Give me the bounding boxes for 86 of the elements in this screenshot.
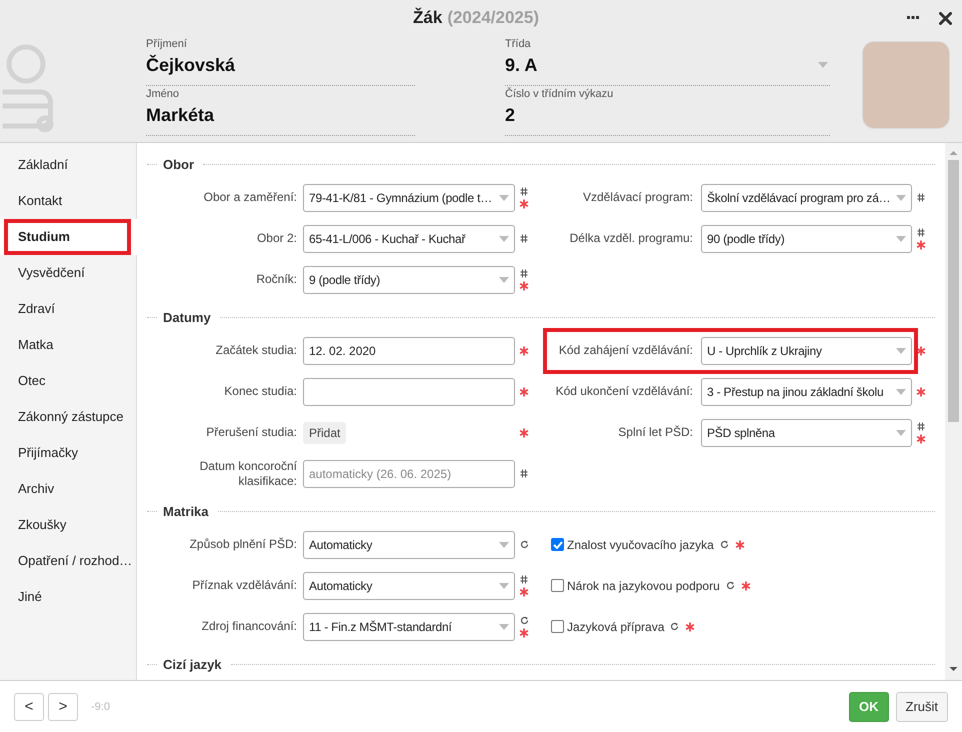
nav-button[interactable]: <	[14, 692, 44, 720]
text-field[interactable]: automaticky (26. 06. 2025)	[303, 460, 515, 488]
field-value: 9. A	[505, 54, 538, 77]
select-field[interactable]: Automaticky	[303, 572, 515, 600]
field-label: Jméno	[146, 88, 180, 102]
checkbox-label[interactable]: Nárok na jazykovou podporu	[567, 578, 720, 592]
dropdown-caret-icon	[499, 276, 509, 282]
select-field[interactable]: U - Uprchlík z Ukrajiny	[701, 336, 912, 364]
field-label: Obor 2:	[256, 231, 298, 246]
select-field[interactable]: 11 - Fin.z MŠMT-standardní	[303, 612, 515, 640]
field-value: Markéta	[146, 104, 214, 127]
select-field[interactable]: Školní vzdělávací program pro zá…	[701, 184, 912, 212]
refresh-icon[interactable]	[520, 616, 528, 624]
field-label: Příjmení	[146, 38, 188, 52]
sidebar-item[interactable]: Zákonný zástupce	[0, 399, 136, 435]
sidebar-item[interactable]: Otec	[0, 363, 136, 399]
close-icon[interactable]	[939, 12, 952, 24]
sidebar-item[interactable]: Základní	[0, 147, 136, 183]
refresh-icon[interactable]	[726, 581, 735, 590]
checkbox-label[interactable]: Jazyková příprava	[567, 620, 664, 634]
dropdown-caret-icon	[499, 194, 509, 200]
sidebar-item[interactable]: Zdraví	[0, 291, 136, 327]
dropdown-caret-icon	[896, 348, 906, 354]
field-label: Datum koncoroční klasifikace:	[198, 458, 298, 488]
select-field[interactable]: PŠD splněna	[701, 418, 912, 446]
select-field[interactable]: 9 (podle třídy)	[303, 266, 515, 294]
field-label: Začátek studia:	[214, 343, 298, 358]
dropdown-caret-icon	[896, 194, 906, 200]
sidebar-item[interactable]: Vysvědčení	[0, 255, 136, 291]
field-label: Číslo v třídním výkazu	[505, 88, 614, 102]
sidebar-item[interactable]: Opatření / rozhod…	[0, 543, 136, 579]
window-title: Žák	[413, 8, 442, 28]
cancel-button[interactable]: Zrušit	[896, 692, 948, 722]
sidebar-item[interactable]: Studium	[0, 219, 137, 255]
select-field[interactable]: 3 - Přestup na jinou základní školu	[701, 378, 912, 406]
sidebar-item[interactable]: Jiné	[0, 579, 136, 615]
field-label: Délka vzděl. programu:	[568, 231, 694, 246]
dropdown-caret-icon	[896, 430, 906, 436]
scrollbar[interactable]	[945, 143, 962, 680]
select-field[interactable]: Automaticky	[303, 530, 515, 558]
field-label: Příznak vzdělávání:	[191, 578, 298, 593]
field-label: Konec studia:	[223, 384, 298, 399]
more-icon[interactable]	[907, 16, 920, 20]
add-button[interactable]: Přidat	[303, 422, 346, 444]
dropdown-caret-icon	[499, 236, 509, 242]
checkbox[interactable]	[551, 538, 564, 551]
section-title: Obor	[163, 156, 194, 172]
sidebar-item[interactable]: Přijímačky	[0, 435, 136, 471]
checkbox[interactable]	[551, 579, 564, 592]
sidebar-item[interactable]: Archiv	[0, 471, 136, 507]
field-label: Přerušení studia:	[205, 425, 298, 440]
field-label: Třída	[505, 38, 532, 52]
field-value: 2	[505, 104, 516, 127]
sidebar-item[interactable]: Matka	[0, 327, 136, 363]
refresh-icon[interactable]	[520, 540, 528, 549]
select-field[interactable]: 79-41-K/81 - Gymnázium (podle t…	[303, 184, 515, 212]
dropdown-caret-icon	[499, 542, 509, 548]
dropdown-caret-icon	[499, 624, 509, 630]
field-label: Zdroj financování:	[200, 619, 298, 634]
section-title: Cizí jazyk	[163, 656, 222, 672]
school-year-text: (2024/2025)	[447, 8, 539, 28]
refresh-icon[interactable]	[720, 540, 729, 549]
position-text: -9:0	[91, 700, 110, 712]
refresh-icon[interactable]	[670, 622, 680, 631]
nav-button[interactable]: >	[48, 692, 78, 720]
field-label: Splní let PŠD:	[617, 425, 694, 440]
sidebar-item[interactable]: Kontakt	[0, 183, 136, 219]
sidebar-item[interactable]: Zkoušky	[0, 507, 136, 543]
section-title: Datumy	[163, 310, 211, 324]
dropdown-caret-icon	[896, 236, 906, 242]
select-field[interactable]: 65-41-L/006 - Kuchař - Kuchař	[303, 224, 515, 252]
dropdown-caret-icon	[896, 388, 906, 394]
select-field[interactable]: 90 (podle třídy)	[701, 224, 912, 252]
date-field[interactable]	[303, 378, 515, 406]
field-label: Kód zahájení vzdělávání:	[558, 343, 694, 358]
dropdown-caret-icon	[499, 582, 509, 588]
field-label: Vzdělávací program:	[582, 190, 694, 205]
checkbox-label[interactable]: Znalost vyučovacího jazyka	[567, 538, 714, 552]
field-value: Čejkovská	[146, 54, 236, 77]
date-field[interactable]: 12. 02. 2020	[303, 336, 515, 364]
field-label: Kód ukončení vzdělávání:	[554, 384, 694, 399]
section-title: Matrika	[163, 504, 209, 518]
field-label: Ročník:	[255, 272, 298, 287]
field-label: Způsob plnění PŠD:	[188, 537, 298, 552]
field-label: Obor a zaměření:	[202, 190, 298, 205]
checkbox[interactable]	[551, 620, 564, 633]
